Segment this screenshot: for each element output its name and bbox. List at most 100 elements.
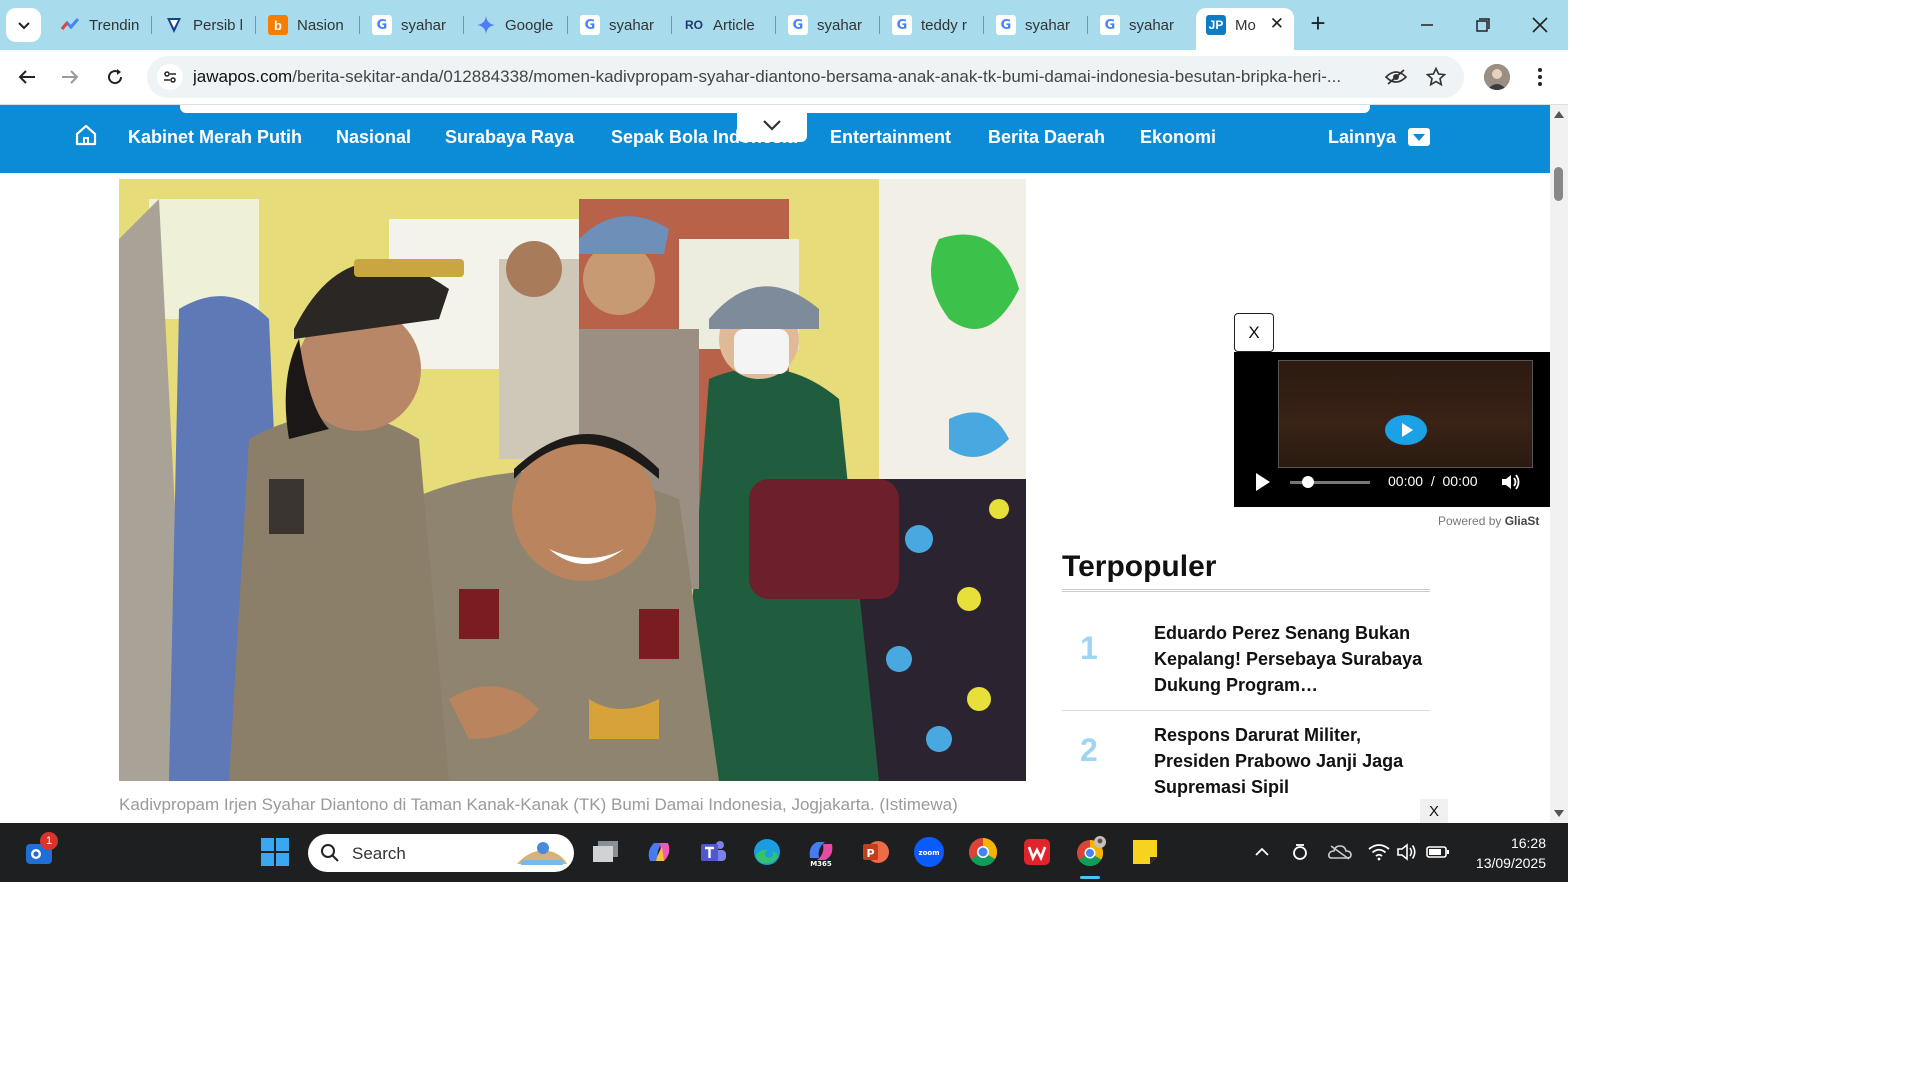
tab-google-search-4[interactable]: G teddy r — [882, 8, 982, 42]
reload-button[interactable] — [98, 60, 132, 94]
popular-item[interactable]: 1 Eduardo Perez Senang Bukan Kepalang! P… — [1062, 620, 1430, 710]
tab-title: syahar — [609, 16, 655, 34]
popular-item[interactable]: 2 Respons Darurat Militer, Presiden Prab… — [1062, 722, 1430, 812]
forward-button[interactable] — [53, 60, 87, 94]
m365-icon[interactable]: M365 — [804, 835, 838, 869]
clock-time: 16:28 — [1510, 835, 1546, 851]
tab-google-search-6[interactable]: G syahar — [1090, 8, 1190, 42]
gemini-icon — [476, 15, 496, 35]
bookmark-star-icon[interactable] — [1424, 66, 1448, 88]
zoom-icon[interactable]: zoom — [912, 835, 946, 869]
popular-heading: Terpopuler — [1062, 550, 1217, 583]
popular-headline[interactable]: Respons Darurat Militer, Presiden Prabow… — [1154, 722, 1424, 800]
eye-off-icon[interactable] — [1384, 66, 1408, 88]
back-button[interactable] — [10, 60, 44, 94]
caret-down-icon[interactable] — [1408, 128, 1430, 146]
onedrive-icon[interactable] — [1328, 841, 1352, 863]
clock-date: 13/09/2025 — [1475, 855, 1546, 871]
speaker-icon[interactable] — [1395, 841, 1419, 863]
nav-item-surabaya-raya[interactable]: Surabaya Raya — [445, 127, 574, 148]
tab-title: Persib l — [193, 16, 244, 34]
wps-office-icon[interactable] — [1020, 835, 1054, 869]
battery-icon[interactable] — [1426, 841, 1450, 863]
profile-avatar[interactable] — [1484, 64, 1510, 90]
chrome-icon[interactable] — [966, 835, 1000, 869]
tab-gemini[interactable]: Google — [466, 8, 566, 42]
nav-item-entertainment[interactable]: Entertainment — [830, 127, 951, 148]
svg-text:zoom: zoom — [919, 849, 940, 857]
photo-caption: Kadivpropam Irjen Syahar Diantono di Tam… — [119, 795, 958, 814]
browser-menu-button[interactable] — [1528, 64, 1552, 90]
nav-item-ekonomi[interactable]: Ekonomi — [1140, 127, 1216, 148]
nav-item-kabinet-merah-putih[interactable]: Kabinet Merah Putih — [128, 127, 302, 148]
minimize-button[interactable] — [1407, 10, 1447, 40]
close-window-button[interactable] — [1520, 10, 1560, 40]
tab-title: syahar — [817, 16, 863, 34]
google-icon: G — [996, 15, 1016, 35]
task-view-icon[interactable] — [588, 835, 622, 869]
active-app-indicator — [1080, 876, 1100, 879]
nav-item-nasional[interactable]: Nasional — [336, 127, 411, 148]
edge-icon[interactable] — [750, 835, 784, 869]
notification-badge: 1 — [40, 832, 58, 850]
wifi-icon[interactable] — [1367, 841, 1391, 863]
tab-google-search-3[interactable]: G syahar — [778, 8, 878, 42]
tab-trends[interactable]: Trendin — [50, 8, 150, 42]
popular-headline[interactable]: Eduardo Perez Senang Bukan Kepalang! Per… — [1154, 620, 1424, 698]
close-sticky-ad-button[interactable]: X — [1420, 799, 1448, 823]
taskbar-search[interactable]: Search — [308, 834, 574, 872]
close-tab-icon[interactable]: ✕ — [1270, 14, 1284, 34]
search-icon — [321, 844, 339, 862]
restore-button[interactable] — [1463, 10, 1503, 40]
reload-icon — [108, 69, 123, 85]
sync-icon[interactable] — [1288, 841, 1312, 863]
nav-item-berita-daerah[interactable]: Berita Daerah — [988, 127, 1105, 148]
google-icon: G — [1100, 15, 1120, 35]
tab-google-search-2[interactable]: G syahar — [570, 8, 670, 42]
home-icon[interactable] — [74, 123, 98, 147]
play-icon[interactable] — [1256, 473, 1270, 491]
tab-google-search-1[interactable]: G syahar — [362, 8, 462, 42]
show-hidden-icons-icon[interactable] — [1250, 841, 1274, 863]
tab-separator — [567, 16, 568, 34]
tab-google-search-5[interactable]: G syahar — [986, 8, 1086, 42]
tab-separator — [151, 16, 152, 34]
tab-jawapos-active[interactable]: JP Mo ✕ — [1196, 8, 1294, 50]
new-tab-button[interactable]: + — [1304, 10, 1332, 38]
tab-search-button[interactable] — [6, 8, 41, 42]
page-scrollbar[interactable] — [1550, 105, 1568, 823]
expand-search-button[interactable] — [737, 108, 807, 142]
tab-nasional[interactable]: b Nasion — [258, 8, 358, 42]
google-icon: G — [892, 15, 912, 35]
teams-icon[interactable] — [696, 835, 730, 869]
scroll-thumb[interactable] — [1554, 167, 1563, 201]
video-time: 00:00 / 00:00 — [1388, 473, 1478, 489]
article-photo — [119, 179, 1026, 781]
tab-article[interactable]: RO Article — [674, 8, 774, 42]
system-clock[interactable]: 16:28 13/09/2025 — [1466, 833, 1546, 873]
copilot-icon[interactable] — [642, 835, 676, 869]
powerpoint-icon[interactable]: P — [858, 835, 892, 869]
play-overlay-icon[interactable] — [1385, 415, 1427, 445]
video-player[interactable]: 00:00 / 00:00 — [1234, 352, 1550, 507]
tab-separator — [983, 16, 984, 34]
tab-title: Nasion — [297, 16, 344, 34]
close-ad-button[interactable]: X — [1234, 313, 1274, 352]
google-icon: G — [580, 15, 600, 35]
chrome-profile-icon[interactable] — [1074, 835, 1108, 869]
volume-icon[interactable] — [1500, 472, 1522, 492]
nav-item-lainnya[interactable]: Lainnya — [1328, 127, 1396, 148]
windows-start-icon[interactable] — [258, 835, 292, 869]
scroll-up-arrow-icon[interactable] — [1554, 111, 1564, 118]
url-text[interactable]: jawapos.com/berita-sekitar-anda/01288433… — [193, 67, 1373, 87]
google-icon: G — [788, 15, 808, 35]
address-bar[interactable]: jawapos.com/berita-sekitar-anda/01288433… — [147, 56, 1464, 98]
scroll-down-arrow-icon[interactable] — [1554, 810, 1564, 817]
site-info-icon[interactable] — [157, 64, 183, 90]
svg-text:P: P — [866, 847, 874, 860]
sticky-notes-icon[interactable] — [1128, 835, 1162, 869]
seek-handle[interactable] — [1302, 476, 1314, 488]
time-separator: / — [1430, 473, 1435, 489]
tab-persib[interactable]: Persib l — [154, 8, 254, 42]
powered-by-label: Powered by GliaSt — [1438, 514, 1539, 528]
